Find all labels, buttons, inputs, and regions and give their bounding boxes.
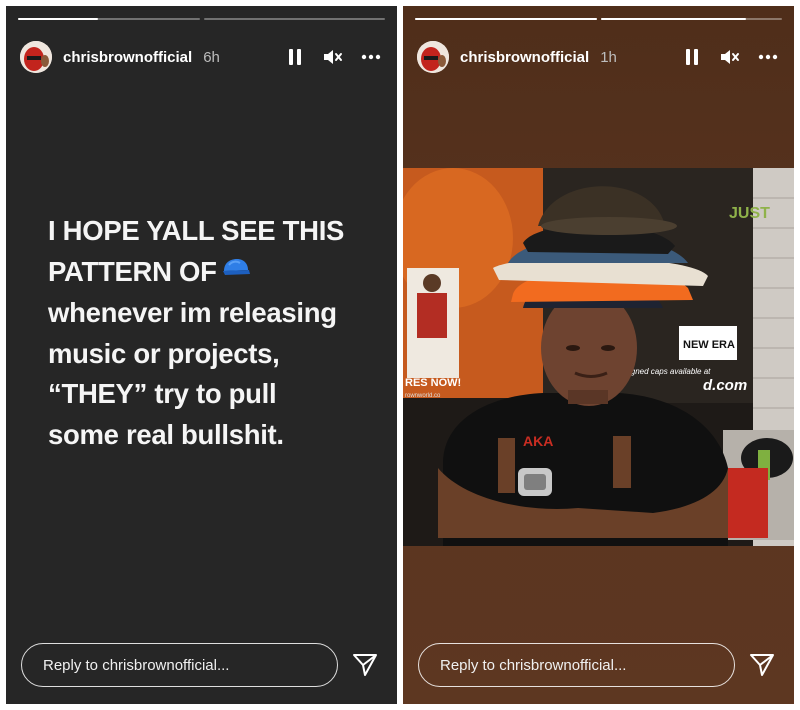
reply-input[interactable]: Reply to chrisbrownofficial... xyxy=(21,643,338,687)
timestamp: 6h xyxy=(203,48,220,66)
progress-segment xyxy=(18,18,200,20)
username[interactable]: chrisbrownofficial xyxy=(460,49,589,66)
timestamp: 1h xyxy=(600,48,617,66)
story-header: chrisbrownofficial 1h xyxy=(417,40,780,74)
story-photo: JUST RES NOW! rownworld.co signed caps a… xyxy=(403,168,794,546)
story-text: I HOPE YALL SEE THIS PATTERN OF whenever… xyxy=(48,211,388,455)
story-text-line: “THEY” try to pull xyxy=(48,378,277,410)
paper-plane-icon[interactable] xyxy=(350,650,380,680)
blue-cap-emoji-icon xyxy=(221,250,251,291)
story-progress-bar xyxy=(18,18,385,21)
poster-text: rownworld.co xyxy=(405,393,441,399)
story-header: chrisbrownofficial 6h xyxy=(20,40,383,74)
progress-segment xyxy=(600,18,782,20)
story-text-line: music or projects, xyxy=(48,337,280,369)
story-progress-bar xyxy=(415,18,782,21)
speaker-muted-icon[interactable] xyxy=(323,47,343,67)
pause-icon[interactable] xyxy=(285,47,305,67)
speaker-muted-icon[interactable] xyxy=(720,47,740,67)
poster-text: d.com xyxy=(703,377,747,394)
avatar[interactable] xyxy=(20,41,52,73)
pause-icon[interactable] xyxy=(682,47,702,67)
progress-segment xyxy=(415,18,597,20)
story-text-line: I HOPE YALL SEE THIS xyxy=(48,215,345,246)
new-era-logo: NEW ERA xyxy=(683,339,735,351)
paper-plane-icon[interactable] xyxy=(747,650,777,680)
more-horizontal-icon[interactable] xyxy=(361,47,381,67)
story-panel-right[interactable]: chrisbrownofficial 1h JUST RES NOW! rown… xyxy=(403,6,794,704)
poster-text: RES NOW! xyxy=(405,377,461,389)
svg-text:AKA: AKA xyxy=(523,433,553,449)
corner-logo: JUST xyxy=(729,205,770,222)
story-text-line: whenever im releasing xyxy=(48,297,337,329)
reply-bar: Reply to chrisbrownofficial... xyxy=(21,642,382,688)
progress-segment xyxy=(203,18,385,20)
reply-input[interactable]: Reply to chrisbrownofficial... xyxy=(418,643,735,687)
reply-bar: Reply to chrisbrownofficial... xyxy=(418,642,779,688)
username[interactable]: chrisbrownofficial xyxy=(63,49,192,66)
story-text-line: some real bullshit. xyxy=(48,418,284,450)
more-horizontal-icon[interactable] xyxy=(758,47,778,67)
avatar[interactable] xyxy=(417,41,449,73)
story-panel-left[interactable]: chrisbrownofficial 6h I HOPE YALL SEE TH… xyxy=(6,6,397,704)
story-text-line: PATTERN OF xyxy=(48,252,388,294)
poster-text: signed caps available at xyxy=(625,367,711,376)
